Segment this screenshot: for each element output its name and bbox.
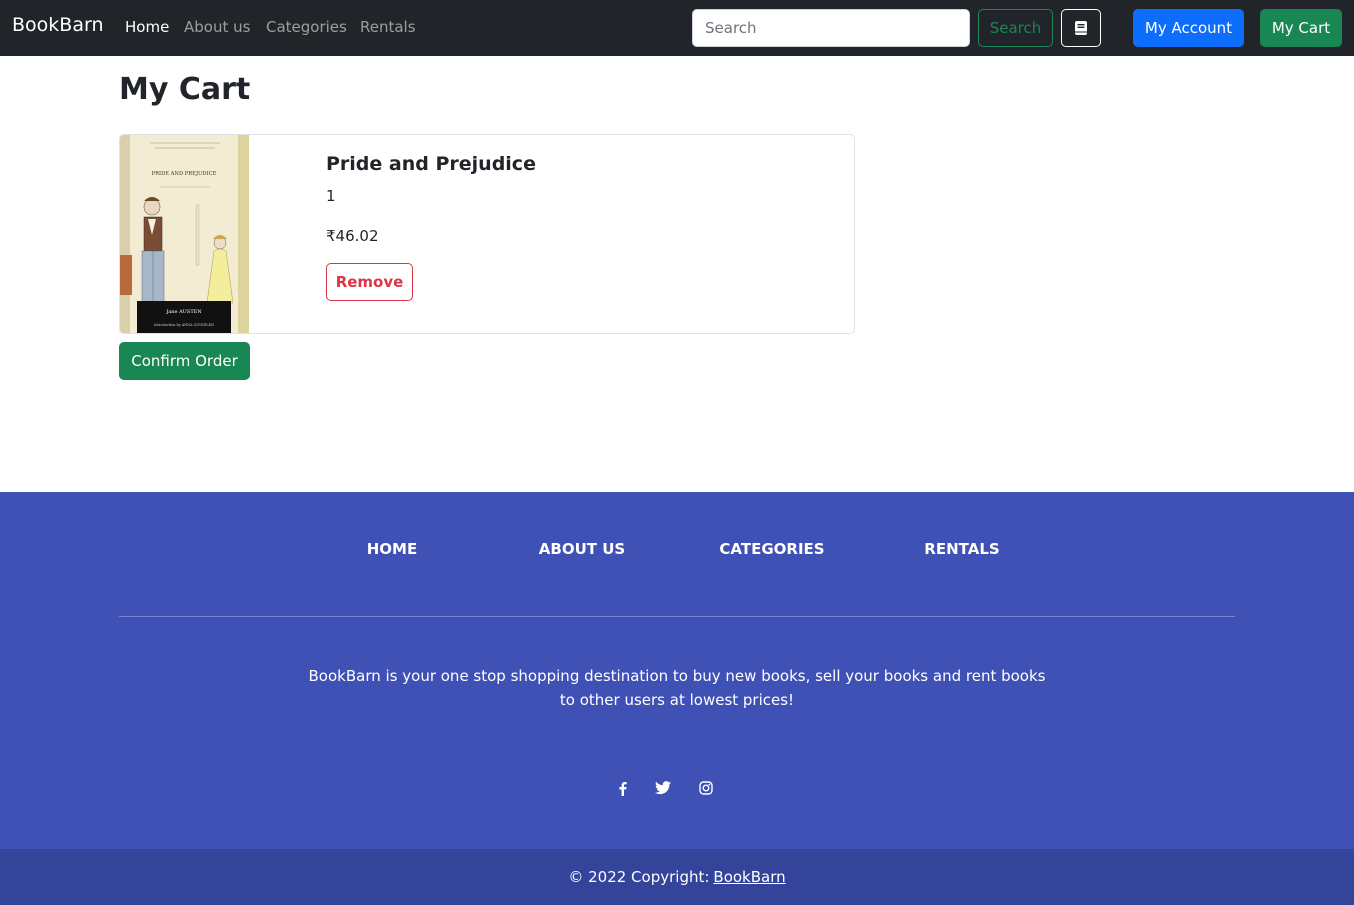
footer-description: BookBarn is your one stop shopping desti… bbox=[308, 667, 1046, 709]
cart-item-card: PRIDE AND PREJUDICE Jane AUSTEN Introduc… bbox=[119, 134, 855, 334]
item-quantity: 1 bbox=[326, 187, 336, 205]
footer-link-about-us[interactable]: ABOUT US bbox=[502, 540, 662, 558]
copyright-link[interactable]: BookBarn bbox=[713, 868, 785, 886]
nav-about-us[interactable]: About us bbox=[184, 18, 250, 36]
book-cover-image: PRIDE AND PREJUDICE Jane AUSTEN Introduc… bbox=[120, 135, 249, 333]
facebook-icon[interactable] bbox=[612, 779, 632, 797]
brand-logo[interactable]: BookBarn bbox=[12, 14, 103, 36]
footer: HOME ABOUT US CATEGORIES RENTALS BookBar… bbox=[0, 492, 1354, 849]
book-button[interactable] bbox=[1061, 9, 1101, 47]
navbar: BookBarn Home About us Categories Rental… bbox=[0, 0, 1354, 56]
copyright-bar: © 2022 Copyright: BookBarn bbox=[0, 849, 1354, 905]
my-account-button[interactable]: My Account bbox=[1133, 9, 1244, 47]
search-input[interactable] bbox=[692, 9, 970, 47]
remove-button[interactable]: Remove bbox=[326, 263, 413, 301]
footer-link-rentals[interactable]: RENTALS bbox=[882, 540, 1042, 558]
cover-intro: Introduction by ANNA QUINDLEN bbox=[154, 323, 214, 327]
instagram-icon[interactable] bbox=[696, 779, 716, 797]
nav-categories[interactable]: Categories bbox=[266, 18, 347, 36]
book-icon bbox=[1075, 21, 1087, 35]
cover-title: PRIDE AND PREJUDICE bbox=[152, 171, 217, 177]
twitter-icon[interactable] bbox=[653, 779, 673, 797]
item-title: Pride and Prejudice bbox=[326, 153, 536, 175]
footer-link-home[interactable]: HOME bbox=[312, 540, 472, 558]
footer-divider bbox=[119, 616, 1235, 617]
search-button[interactable]: Search bbox=[978, 9, 1053, 47]
nav-home[interactable]: Home bbox=[125, 18, 169, 36]
page-title: My Cart bbox=[119, 72, 251, 107]
my-cart-button[interactable]: My Cart bbox=[1260, 9, 1342, 47]
copyright-text: © 2022 Copyright: bbox=[568, 868, 710, 886]
item-price: ₹46.02 bbox=[326, 227, 379, 245]
nav-rentals[interactable]: Rentals bbox=[360, 18, 416, 36]
footer-link-categories[interactable]: CATEGORIES bbox=[692, 540, 852, 558]
confirm-order-button[interactable]: Confirm Order bbox=[119, 342, 250, 380]
cover-author: Jane AUSTEN bbox=[165, 309, 202, 315]
